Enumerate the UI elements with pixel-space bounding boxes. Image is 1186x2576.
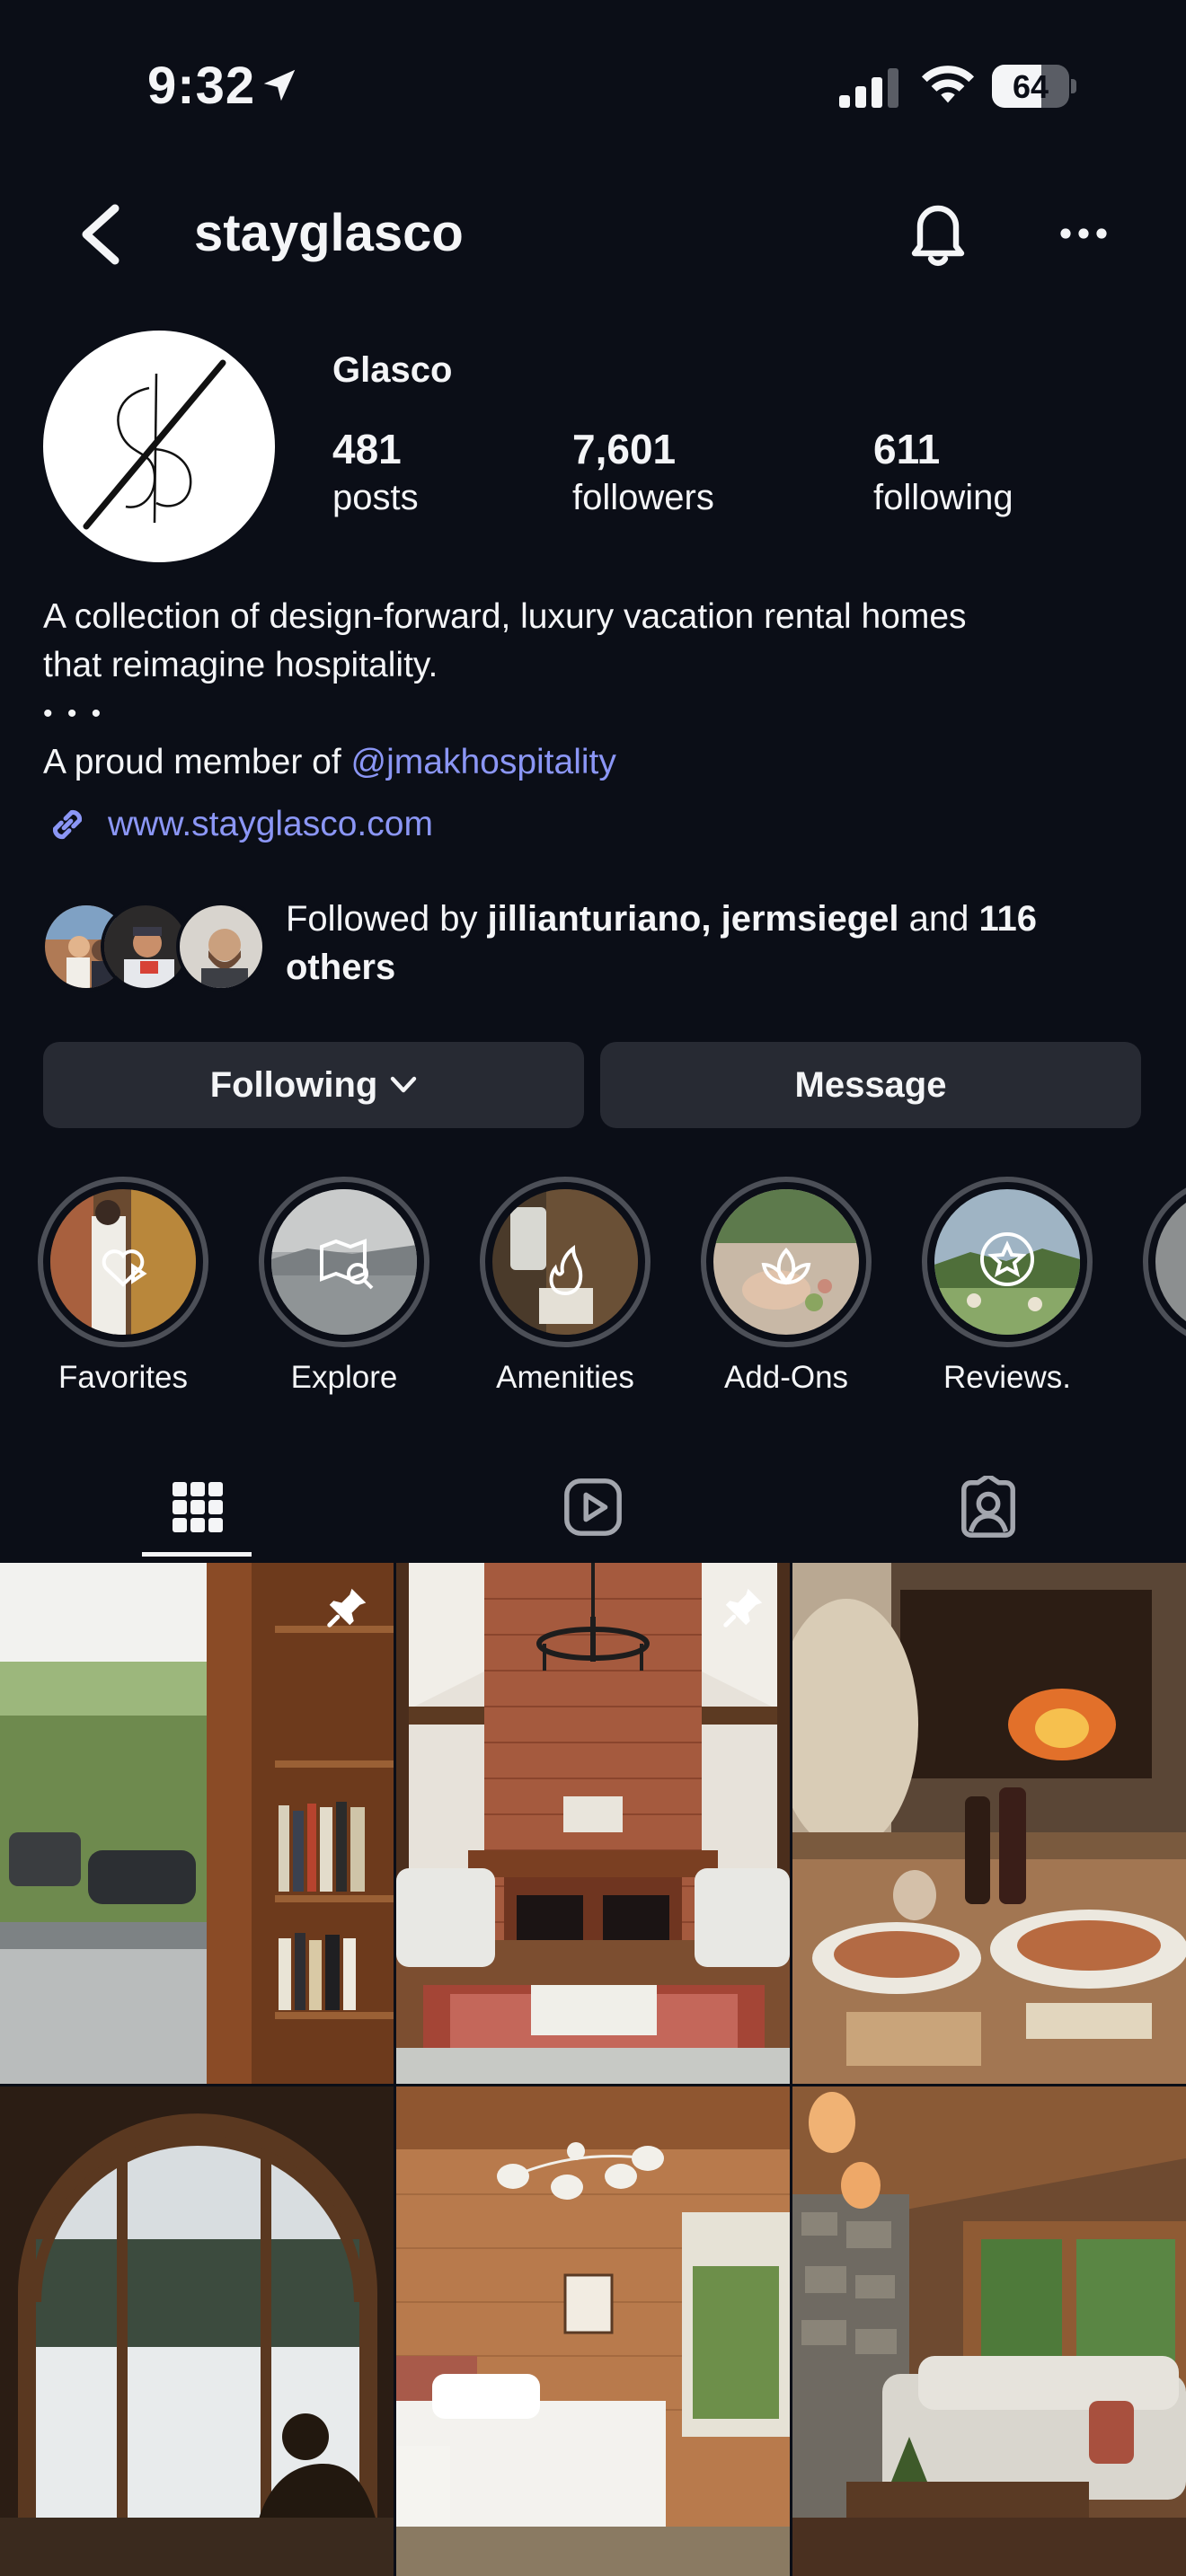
stat-following[interactable]: 611 following <box>873 424 1013 521</box>
chevron-down-icon <box>391 1076 417 1093</box>
post-image <box>396 1563 790 2084</box>
stat-posts[interactable]: 481 posts <box>332 424 419 521</box>
tagged-person-icon <box>961 1476 1015 1538</box>
highlight-partial[interactable] <box>1143 1177 1186 1405</box>
highlight-label: Favorites <box>58 1360 188 1395</box>
followed-by-and: and <box>898 899 979 939</box>
status-time: 9:32 <box>147 57 256 115</box>
pin-icon <box>327 1588 367 1628</box>
back-chevron-icon[interactable] <box>75 203 124 266</box>
post-tile-6[interactable] <box>792 2086 1186 2576</box>
grid-icon <box>173 1482 223 1532</box>
post-tile-5[interactable] <box>396 2086 790 2576</box>
post-image <box>792 2086 1186 2576</box>
stat-posts-label: posts <box>332 478 419 517</box>
stat-posts-count: 481 <box>332 426 402 472</box>
pin-icon <box>723 1588 763 1628</box>
followed-by-prefix: Followed by <box>286 899 488 939</box>
post-tile-1[interactable] <box>0 1563 394 2084</box>
battery-icon: 64 <box>992 65 1076 108</box>
battery-level: 64 <box>1012 68 1049 105</box>
post-image <box>0 1563 394 2084</box>
bio-line-2: that reimagine hospitality. <box>43 646 438 684</box>
wifi-icon <box>921 66 975 103</box>
highlight-explore[interactable]: Explore <box>259 1177 429 1405</box>
stat-following-count: 611 <box>873 426 941 472</box>
website-link[interactable]: www.stayglasco.com <box>43 799 433 850</box>
location-arrow-icon <box>263 69 296 101</box>
highlight-label: Reviews. <box>943 1360 1071 1395</box>
more-dots-icon[interactable] <box>1058 216 1109 251</box>
display-name: Glasco <box>332 350 453 390</box>
followed-by-comma: , <box>701 899 721 939</box>
bio-mention-link[interactable]: @jmakhospitality <box>351 743 616 781</box>
message-button-label: Message <box>794 1064 947 1105</box>
website-url: www.stayglasco.com <box>108 805 433 843</box>
bio-member-text: A proud member of <box>43 743 351 781</box>
post-tile-2[interactable] <box>396 1563 790 2084</box>
highlight-favorites[interactable]: Favorites <box>38 1177 208 1405</box>
post-image <box>792 1563 1186 2084</box>
stat-following-label: following <box>873 478 1013 517</box>
stat-followers-label: followers <box>572 478 714 517</box>
bio-line-4: A proud member of @jmakhospitality <box>43 738 1148 787</box>
mutual-followers-avatars[interactable] <box>41 902 266 992</box>
highlight-add-ons[interactable]: Add-Ons <box>701 1177 872 1405</box>
glasco-logo-icon <box>83 359 226 530</box>
profile-bio: A collection of design-forward, luxury v… <box>43 593 1148 787</box>
post-tile-3[interactable] <box>792 1563 1186 2084</box>
highlight-label: Amenities <box>496 1360 634 1395</box>
tab-tagged[interactable] <box>791 1455 1186 1559</box>
message-button[interactable]: Message <box>600 1042 1141 1128</box>
tab-posts[interactable] <box>0 1455 395 1559</box>
followed-by-user: jermsiegel <box>721 899 899 939</box>
following-button[interactable]: Following <box>43 1042 584 1128</box>
stat-followers-count: 7,601 <box>572 426 677 472</box>
notification-bell-icon[interactable] <box>906 199 970 268</box>
profile-avatar[interactable] <box>43 331 275 562</box>
profile-username: stayglasco <box>194 204 464 262</box>
bio-separator: • • • <box>43 699 105 728</box>
highlight-amenities[interactable]: Amenities <box>480 1177 651 1405</box>
following-button-label: Following <box>209 1064 378 1105</box>
post-image <box>0 2086 394 2576</box>
cellular-signal-icon <box>839 68 898 108</box>
link-chain-icon <box>52 809 83 840</box>
status-bar: 9:32 64 <box>0 0 1186 171</box>
tab-reels[interactable] <box>395 1455 791 1559</box>
post-image <box>396 2086 790 2576</box>
reels-play-icon <box>564 1478 622 1536</box>
stat-followers[interactable]: 7,601 followers <box>572 424 714 521</box>
post-tile-4[interactable] <box>0 2086 394 2576</box>
avatar <box>176 902 266 992</box>
highlight-label: Explore <box>290 1360 398 1395</box>
followed-by-user: jillianturiano <box>487 899 702 939</box>
followed-by-text[interactable]: Followed by jillianturiano, jermsiegel a… <box>286 895 1121 992</box>
highlight-label: Add-Ons <box>723 1360 849 1395</box>
highlight-reviews[interactable]: Reviews. <box>922 1177 1093 1405</box>
bio-line-1: A collection of design-forward, luxury v… <box>43 597 967 636</box>
active-tab-indicator <box>142 1552 252 1557</box>
